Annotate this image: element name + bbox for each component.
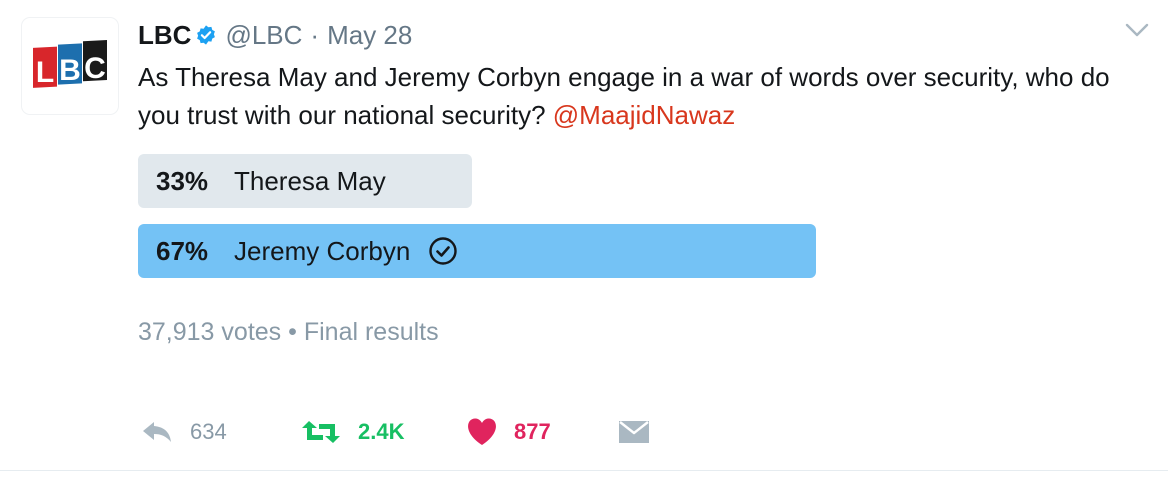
tweet-actions: 634 2.4K 877 (140, 412, 658, 452)
verified-badge-icon (195, 24, 217, 46)
header-separator: · (310, 19, 320, 50)
poll-meta: 37,913 votes • Final results (138, 318, 439, 347)
retweet-icon (302, 421, 340, 443)
reply-icon (143, 422, 171, 442)
check-circle-icon (428, 236, 458, 266)
display-name[interactable]: LBC (138, 20, 191, 51)
like-count: 877 (514, 419, 551, 444)
chevron-down-icon[interactable] (1124, 20, 1150, 40)
direct-message-button[interactable] (618, 419, 658, 445)
reply-button[interactable]: 634 (140, 418, 300, 446)
svg-text:B: B (59, 54, 81, 87)
poll-option-percent: 33% (156, 165, 209, 196)
tweet-card[interactable]: L B C LBC @LBC · May 28 As Theresa May a… (0, 0, 1168, 471)
svg-text:L: L (36, 56, 54, 89)
lbc-logo: L B C (33, 40, 107, 89)
poll-status: Final results (303, 318, 439, 346)
retweet-count: 2.4K (358, 419, 405, 444)
svg-text:C: C (84, 52, 106, 85)
tweet-header: LBC @LBC · May 28 (138, 18, 412, 52)
envelope-icon (619, 421, 649, 443)
poll-option-percent: 67% (156, 235, 209, 266)
heart-icon (468, 418, 496, 445)
username[interactable]: @LBC (225, 20, 302, 51)
tweet-date[interactable]: May 28 (327, 20, 412, 51)
avatar[interactable]: L B C (22, 18, 118, 114)
reply-count: 634 (190, 419, 227, 444)
poll-option-theresa-may: 33% Theresa May (138, 154, 472, 208)
poll-option-jeremy-corbyn: 67% Jeremy Corbyn (138, 224, 816, 278)
poll-option-label: Theresa May (234, 165, 386, 196)
mention-link[interactable]: @MaajidNawaz (553, 100, 735, 130)
retweet-button[interactable]: 2.4K (300, 418, 466, 446)
tweet-text: As Theresa May and Jeremy Corbyn engage … (138, 58, 1158, 134)
vote-count: 37,913 votes (138, 318, 282, 346)
meta-dot: • (288, 318, 297, 346)
poll-option-label: Jeremy Corbyn (234, 235, 411, 266)
like-button[interactable]: 877 (466, 417, 618, 447)
